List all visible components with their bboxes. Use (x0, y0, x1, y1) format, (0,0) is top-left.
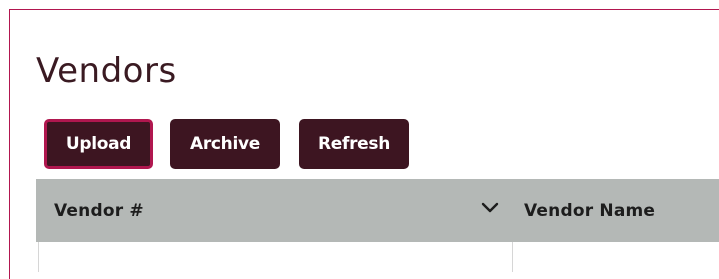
grid-body (36, 242, 719, 272)
page-title: Vendors (36, 51, 177, 91)
column-header-label: Vendor # (54, 200, 144, 221)
column-header-vendor-name[interactable]: Vendor Name (524, 179, 655, 242)
column-header-label: Vendor Name (524, 200, 656, 221)
archive-button[interactable]: Archive (170, 119, 280, 169)
vendors-grid: Vendor # Vendor Name (36, 179, 719, 272)
grid-header: Vendor # Vendor Name (36, 179, 719, 242)
column-header-vendor-number[interactable]: Vendor # (54, 179, 144, 242)
grid-left-border (38, 242, 39, 272)
upload-button[interactable]: Upload (44, 119, 153, 169)
column-divider (512, 242, 513, 272)
chevron-down-icon[interactable] (481, 201, 499, 215)
refresh-button[interactable]: Refresh (299, 119, 409, 169)
